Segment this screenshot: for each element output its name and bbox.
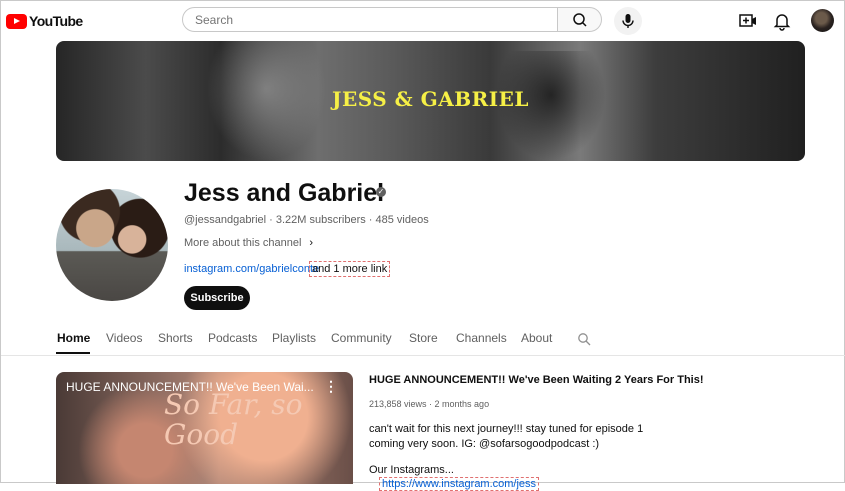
voice-search-button[interactable]: [614, 7, 642, 35]
tab-videos[interactable]: Videos: [106, 331, 142, 345]
account-avatar[interactable]: [811, 9, 834, 32]
active-tab-underline: [56, 352, 90, 354]
bell-icon: [773, 14, 791, 31]
more-links-button[interactable]: and 1 more link: [309, 261, 391, 277]
search-input[interactable]: [193, 12, 537, 28]
featured-video-description: can't wait for this next journey!!! stay…: [369, 423, 644, 450]
banner-title: JESS & GABRIEL: [332, 87, 529, 111]
search-icon: [573, 13, 587, 27]
subscribe-button[interactable]: Subscribe: [184, 286, 250, 310]
youtube-play-icon: [6, 13, 27, 29]
tab-store[interactable]: Store: [409, 331, 438, 345]
thumbnail-neon-sign: So Far, so Good: [164, 388, 303, 451]
notifications-button[interactable]: [773, 11, 791, 31]
youtube-logo[interactable]: YouTube: [6, 11, 83, 31]
channel-meta: @jessandgabriel · 3.22M subscribers · 48…: [184, 214, 429, 226]
tab-shorts[interactable]: Shorts: [158, 331, 193, 345]
tab-about[interactable]: About: [521, 331, 552, 345]
more-options-icon[interactable]: ⋮: [324, 378, 338, 394]
more-about-label: More about this channel: [184, 237, 302, 249]
tab-channels[interactable]: Channels: [456, 331, 507, 345]
chevron-right-icon: ›: [309, 237, 314, 249]
search-button[interactable]: [557, 7, 602, 32]
channel-tabs: Home Videos Shorts Podcasts Playlists Co…: [1, 323, 845, 356]
channel-avatar: [56, 189, 168, 301]
verified-badge-icon: ✓: [376, 187, 386, 197]
instagrams-label: Our Instagrams...: [369, 464, 454, 476]
tab-community[interactable]: Community: [331, 331, 392, 345]
channel-link[interactable]: instagram.com/gabrielconte: [184, 263, 319, 275]
channel-name: Jess and Gabriel: [184, 179, 385, 207]
player-title[interactable]: HUGE ANNOUNCEMENT!! We've Been Wai...: [66, 380, 321, 394]
logo-text: YouTube: [29, 13, 83, 29]
masthead: YouTube: [1, 1, 845, 41]
more-about-channel-link[interactable]: More about this channel ›: [184, 237, 313, 249]
create-button[interactable]: [738, 11, 758, 31]
tab-playlists[interactable]: Playlists: [272, 331, 316, 345]
tab-home[interactable]: Home: [57, 331, 90, 345]
instagram-link[interactable]: https://www.instagram.com/jess: [379, 477, 540, 491]
search-box[interactable]: [182, 7, 558, 32]
featured-video-player[interactable]: So Far, so Good HUGE ANNOUNCEMENT!! We'v…: [56, 372, 353, 484]
featured-video-meta: 213,858 views · 2 months ago: [369, 399, 490, 409]
microphone-icon: [622, 14, 634, 28]
channel-banner: JESS & GABRIEL: [56, 41, 805, 161]
channel-search-icon[interactable]: [577, 332, 591, 346]
create-video-icon: [739, 14, 756, 27]
tab-podcasts[interactable]: Podcasts: [208, 331, 257, 345]
featured-video-title[interactable]: HUGE ANNOUNCEMENT!! We've Been Waiting 2…: [369, 374, 704, 386]
